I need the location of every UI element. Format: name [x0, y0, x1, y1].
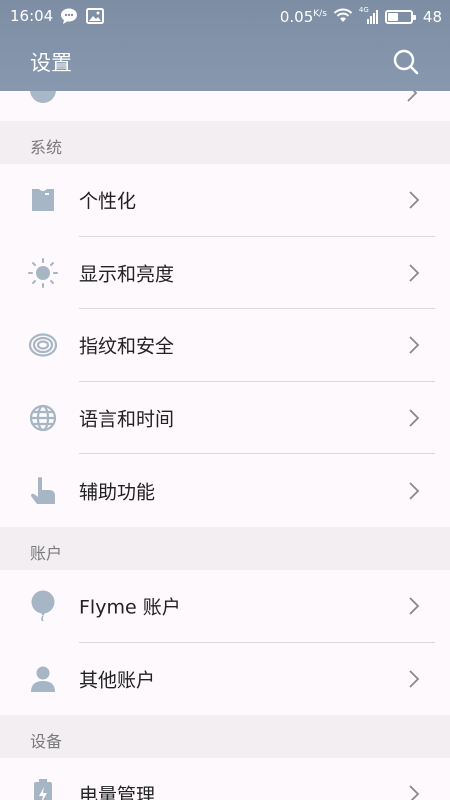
search-icon	[393, 49, 419, 75]
status-time: 16:04	[10, 7, 54, 25]
battery-icon	[28, 779, 58, 800]
settings-item-fingerprint-security[interactable]: 指纹和安全	[0, 309, 450, 382]
chevron-right-icon	[407, 91, 418, 102]
chevron-right-icon	[409, 482, 420, 500]
balloon-icon	[28, 590, 58, 622]
settings-item-label: 指纹和安全	[79, 335, 175, 358]
person-icon	[28, 664, 58, 694]
status-bar: 16:04 0.05K/s 4G 48	[0, 0, 450, 32]
battery-icon	[384, 10, 416, 24]
fingerprint-icon	[28, 330, 58, 360]
chevron-right-icon	[409, 597, 420, 615]
section-header-accounts: 账户	[0, 526, 450, 570]
chat-notification-icon	[60, 8, 78, 28]
settings-item-power-management[interactable]: 电量管理	[0, 758, 450, 800]
list-item-partial[interactable]	[0, 91, 450, 121]
shirt-icon	[28, 185, 58, 215]
chevron-right-icon	[409, 785, 420, 800]
chevron-right-icon	[409, 670, 420, 688]
settings-item-flyme-account[interactable]: Flyme 账户	[0, 569, 450, 643]
settings-item-label: 个性化	[79, 190, 137, 213]
settings-item-language-time[interactable]: 语言和时间	[0, 381, 450, 455]
section-header-system: 系统	[0, 121, 450, 164]
sun-icon	[28, 257, 58, 288]
battery-percent: 48	[422, 8, 442, 26]
settings-item-label: 辅助功能	[79, 481, 156, 504]
battery-level-fill	[387, 13, 399, 21]
settings-item-label: 电量管理	[79, 784, 156, 800]
partial-item-icon	[30, 91, 56, 103]
settings-item-other-accounts[interactable]: 其他账户	[0, 642, 450, 716]
settings-item-label: Flyme 账户	[79, 596, 181, 619]
network-speed-unit: K/s	[313, 9, 327, 19]
settings-item-label: 其他账户	[79, 669, 156, 692]
image-notification-icon	[86, 8, 104, 28]
search-button[interactable]	[392, 48, 420, 76]
network-speed: 0.05K/s	[279, 8, 327, 26]
chevron-right-icon	[409, 336, 420, 355]
section-header-device: 设备	[0, 715, 450, 759]
chevron-right-icon	[409, 264, 420, 282]
chevron-right-icon	[409, 191, 420, 209]
settings-item-personalization[interactable]: 个性化	[0, 164, 450, 237]
settings-item-display[interactable]: 显示和亮度	[0, 236, 450, 310]
page-title: 设置	[30, 51, 72, 75]
settings-item-label: 语言和时间	[79, 408, 175, 431]
app-header: 16:04 0.05K/s 4G 48 设置	[0, 0, 450, 91]
cellular-signal-icon: 4G	[359, 6, 379, 25]
hand-pointer-icon	[28, 476, 58, 506]
wifi-icon	[333, 7, 353, 27]
globe-icon	[28, 403, 58, 433]
settings-item-accessibility[interactable]: 辅助功能	[0, 454, 450, 527]
settings-item-label: 显示和亮度	[79, 263, 175, 286]
settings-list[interactable]: 系统 个性化 显示和亮度 指纹和安全 语言和时间 辅助功能 账户 Flyme 账…	[0, 91, 450, 800]
chevron-right-icon	[409, 409, 420, 427]
